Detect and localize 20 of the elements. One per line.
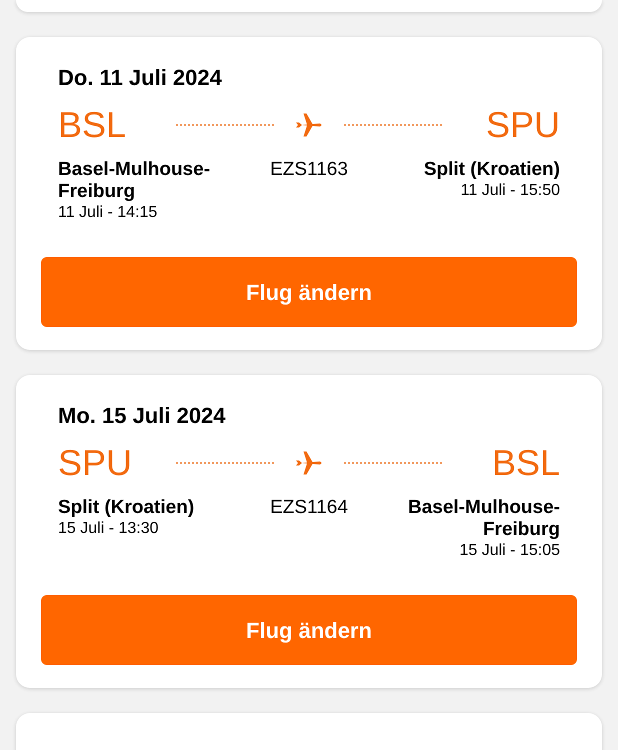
airport-code: BSL <box>58 103 128 147</box>
airport-code: BSL <box>490 441 560 485</box>
arrival-time: 11 Juli - 15:50 <box>460 181 560 201</box>
change-flight-button[interactable]: Flug ändern <box>41 257 577 327</box>
airplane-icon <box>295 112 323 138</box>
airport-code: SPU <box>58 441 134 485</box>
change-flight-button[interactable]: Flug ändern <box>41 595 577 665</box>
departure-time: 11 Juli - 14:15 <box>58 203 158 223</box>
arrival-time: 15 Juli - 15:05 <box>459 541 560 561</box>
flight-date: Mo. 15 Juli 2024 <box>58 402 227 430</box>
flight-date: Do. 11 Juli 2024 <box>58 64 223 92</box>
airplane-icon <box>295 450 323 476</box>
flight-number: EZS1163 <box>269 159 349 181</box>
flight-number: EZS1164 <box>269 497 349 519</box>
departure-time: 15 Juli - 13:30 <box>58 519 159 539</box>
airport-code: SPU <box>484 103 560 147</box>
airport-name: Basel-Mulhouse-Freiburg <box>406 497 560 541</box>
airport-name: Basel-Mulhouse-Freiburg <box>58 159 212 203</box>
airport-name: Split (Kroatien) <box>424 159 560 181</box>
airport-name: Split (Kroatien) <box>58 497 194 519</box>
